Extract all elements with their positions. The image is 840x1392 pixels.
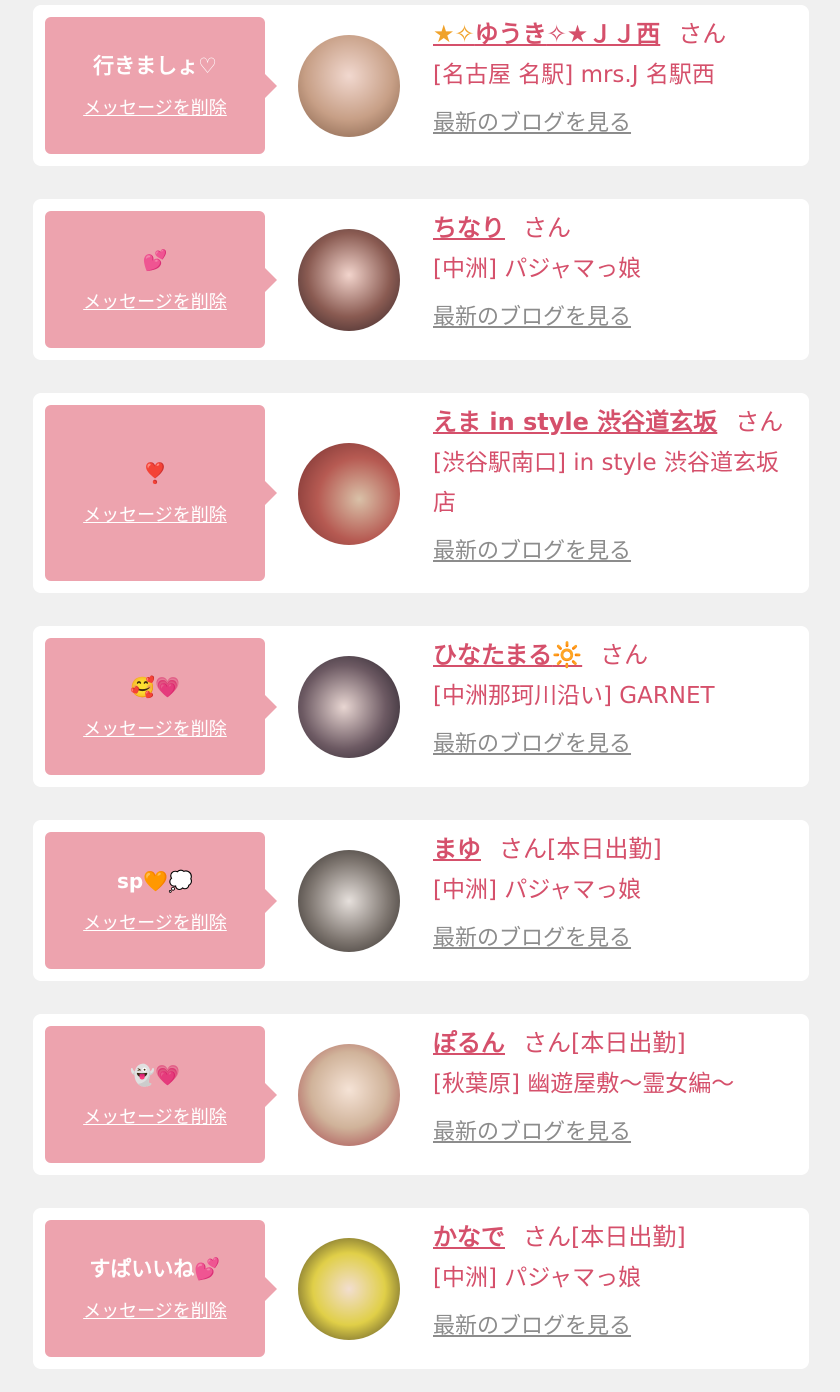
delete-message-link[interactable]: メッセージを削除 [83,1297,227,1323]
list-item: 💕 メッセージを削除 ちなり さん [中洲] パジャマっ娘 最新のブログを見る [33,199,809,360]
list-item: 👻💗 メッセージを削除 ぽるん さん[本日出勤] [秋葉原] 幽遊屋敷～霊女編～ … [33,1014,809,1175]
shop-name: [渋谷駅南口] in style 渋谷道玄坂店 [433,450,779,516]
list-item: すぱいいね💕 メッセージを削除 かなで さん[本日出勤] [中洲] パジャマっ娘 … [33,1208,809,1369]
honorific: さん [678,20,727,48]
message-text: 行きましょ♡ [93,53,217,78]
message-bubble: 行きましょ♡ メッセージを削除 [45,17,277,154]
name-line: まゆ さん[本日出勤] [433,832,799,866]
message-bubble: すぱいいね💕 メッセージを削除 [45,1220,277,1357]
profile-info: ひなたまる🔆 さん [中洲那珂川沿い] GARNET 最新のブログを見る [433,638,799,758]
name-line: ★✧ゆうき✧★ＪＪ西 さん [433,17,799,51]
message-text: すぱいいね💕 [89,1256,221,1281]
message-bubble: ❣️ メッセージを削除 [45,405,277,581]
status-badge: [本日出勤] [571,1029,686,1057]
name-line: えま in style 渋谷道玄坂 さん [433,405,799,439]
shop-name: [名古屋 名駅] mrs.J 名駅西 [433,62,715,88]
list-item: sp🧡💭 メッセージを削除 まゆ さん[本日出勤] [中洲] パジャマっ娘 最新の… [33,820,809,981]
shop-name: [中洲] パジャマっ娘 [433,877,642,903]
shop-name: [秋葉原] 幽遊屋敷～霊女編～ [433,1071,735,1097]
honorific: さん [600,641,649,669]
message-bubble: sp🧡💭 メッセージを削除 [45,832,277,969]
profile-name-link[interactable]: かなで [433,1223,505,1251]
status-badge: [本日出勤] [547,835,662,863]
profile-info: まゆ さん[本日出勤] [中洲] パジャマっ娘 最新のブログを見る [433,832,799,952]
message-bubble: 👻💗 メッセージを削除 [45,1026,277,1163]
latest-blog-link[interactable]: 最新のブログを見る [433,726,631,758]
delete-message-link[interactable]: メッセージを削除 [83,94,227,120]
shop-name: [中洲那珂川沿い] GARNET [433,683,715,709]
profile-name-link[interactable]: えま in style 渋谷道玄坂 [433,408,717,436]
honorific: さん [735,408,784,436]
name-line: ぽるん さん[本日出勤] [433,1026,799,1060]
profile-name-link[interactable]: ★✧ゆうき✧★ＪＪ西 [433,20,660,48]
avatar[interactable] [298,1044,400,1146]
profile-info: ぽるん さん[本日出勤] [秋葉原] 幽遊屋敷～霊女編～ 最新のブログを見る [433,1026,799,1146]
delete-message-link[interactable]: メッセージを削除 [83,1103,227,1129]
honorific: さん [523,1029,571,1057]
name-line: かなで さん[本日出勤] [433,1220,799,1254]
delete-message-link[interactable]: メッセージを削除 [83,288,227,314]
delete-message-link[interactable]: メッセージを削除 [83,715,227,741]
name-line: ちなり さん [433,211,799,245]
latest-blog-link[interactable]: 最新のブログを見る [433,105,631,137]
honorific: さん [523,1223,571,1251]
delete-message-link[interactable]: メッセージを削除 [83,909,227,935]
message-bubble: 🥰💗 メッセージを削除 [45,638,277,775]
honorific: さん [499,835,547,863]
avatar[interactable] [298,1238,400,1340]
status-badge: [本日出勤] [571,1223,686,1251]
avatar[interactable] [298,656,400,758]
list-item: ❣️ メッセージを削除 えま in style 渋谷道玄坂 さん [渋谷駅南口] … [33,393,809,593]
latest-blog-link[interactable]: 最新のブログを見る [433,299,631,331]
profile-info: ちなり さん [中洲] パジャマっ娘 最新のブログを見る [433,211,799,331]
avatar[interactable] [298,35,400,137]
message-text: sp🧡💭 [116,868,194,893]
message-text: 👻💗 [130,1062,180,1087]
message-text: ❣️ [142,461,168,485]
shop-name: [中洲] パジャマっ娘 [433,1265,642,1291]
message-bubble: 💕 メッセージを削除 [45,211,277,348]
latest-blog-link[interactable]: 最新のブログを見る [433,920,631,952]
latest-blog-link[interactable]: 最新のブログを見る [433,1308,631,1340]
message-text: 💕 [142,247,168,272]
name-line: ひなたまる🔆 さん [433,638,799,672]
shop-name: [中洲] パジャマっ娘 [433,256,642,282]
profile-info: ★✧ゆうき✧★ＪＪ西 さん [名古屋 名駅] mrs.J 名駅西 最新のブログを見… [433,17,799,137]
delete-message-link[interactable]: メッセージを削除 [83,501,227,527]
latest-blog-link[interactable]: 最新のブログを見る [433,1114,631,1146]
avatar[interactable] [298,443,400,545]
message-text: 🥰💗 [130,674,180,699]
profile-name-link[interactable]: ちなり [433,214,505,242]
latest-blog-link[interactable]: 最新のブログを見る [433,533,631,565]
avatar[interactable] [298,229,400,331]
profile-name-link[interactable]: まゆ [433,835,481,863]
profile-name-link[interactable]: ひなたまる🔆 [433,641,582,669]
profile-info: えま in style 渋谷道玄坂 さん [渋谷駅南口] in style 渋谷道… [433,405,799,565]
honorific: さん [523,214,571,242]
profile-info: かなで さん[本日出勤] [中洲] パジャマっ娘 最新のブログを見る [433,1220,799,1340]
avatar[interactable] [298,850,400,952]
list-item: 行きましょ♡ メッセージを削除 ★✧ゆうき✧★ＪＪ西 さん [名古屋 名駅] mr… [33,5,809,166]
list-item: 🥰💗 メッセージを削除 ひなたまる🔆 さん [中洲那珂川沿い] GARNET 最新… [33,626,809,787]
profile-name-link[interactable]: ぽるん [433,1029,505,1057]
